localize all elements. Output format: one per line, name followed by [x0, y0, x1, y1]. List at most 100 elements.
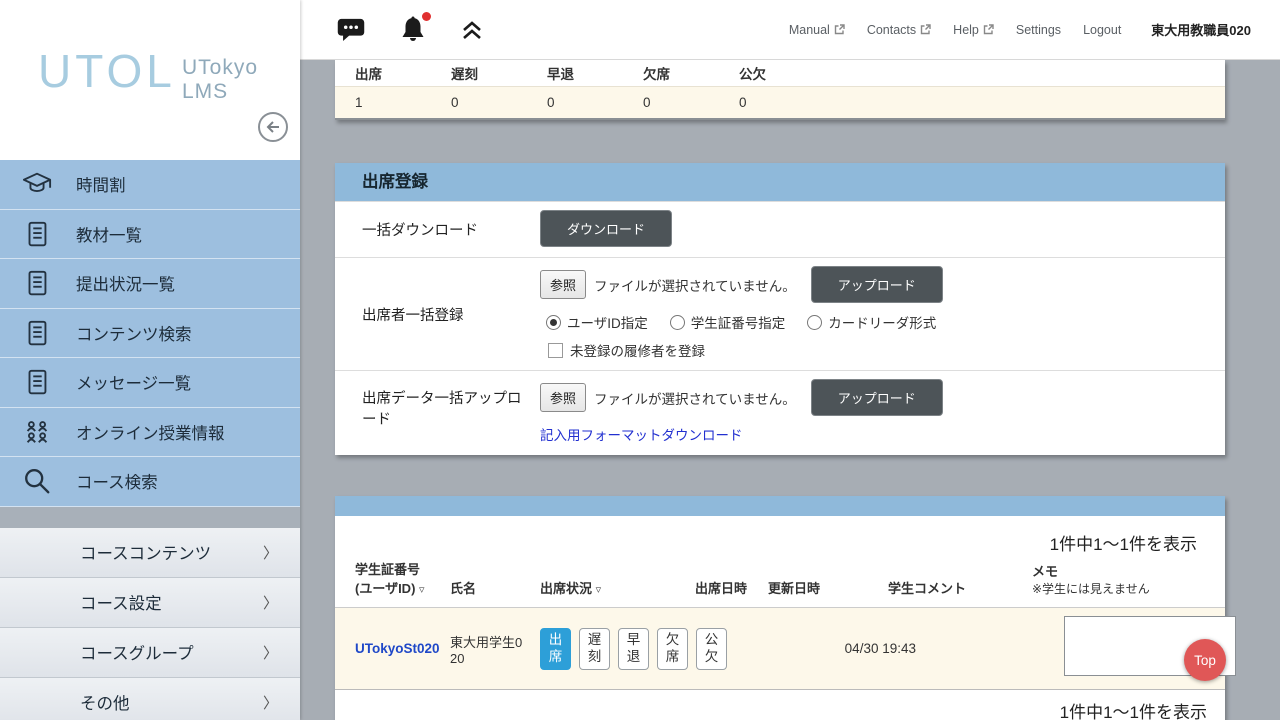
header-student-id-line2: (ユーザID) ▿ — [355, 578, 450, 597]
attendance-summary-table: 出席 遅刻 早退 欠席 公欠 1 0 0 0 0 — [335, 60, 1225, 120]
browse-file-button[interactable]: 参照 — [540, 383, 586, 412]
sidebar-item-course-contents[interactable]: コースコンテンツ 〉 — [0, 528, 300, 578]
id-type-radio-group: ユーザID指定 学生証番号指定 カードリーダ形式 — [540, 312, 1205, 332]
status-button-present[interactable]: 出席 — [540, 628, 571, 670]
back-arrow-icon — [265, 120, 281, 134]
header-memo-line1: メモ — [1032, 561, 1205, 580]
logout-link[interactable]: Logout — [1083, 23, 1121, 37]
message-list-icon — [22, 367, 52, 397]
topbar: Manual Contacts Help Settings Logout 東 — [300, 0, 1280, 60]
double-chevron-up-icon — [460, 19, 484, 41]
graduation-cap-icon — [22, 169, 52, 199]
content-search-icon — [22, 318, 52, 348]
radio-student-number[interactable]: 学生証番号指定 — [670, 312, 786, 332]
student-name: 東大用学生020 — [450, 632, 540, 666]
logout-link-label: Logout — [1083, 23, 1121, 37]
summary-value-cell: 0 — [739, 95, 835, 110]
logo-subtext-line2: LMS — [182, 80, 258, 104]
section-title: 出席登録 — [335, 163, 1225, 201]
download-button[interactable]: ダウンロード — [540, 210, 672, 247]
app-window: UTOL UTokyo LMS 時間割 教材一覧 — [0, 0, 1280, 720]
attendance-register-section: 出席登録 一括ダウンロード ダウンロード 出席者一括登録 参照 ファイルが選択さ… — [335, 163, 1225, 455]
contacts-link[interactable]: Contacts — [867, 23, 931, 37]
register-unenrolled-checkbox[interactable] — [548, 343, 563, 358]
header-student-id[interactable]: 学生証番号 (ユーザID) ▿ — [335, 559, 450, 597]
checkbox-label: 未登録の履修者を登録 — [570, 340, 705, 360]
sort-icon[interactable]: ▿ — [596, 584, 602, 596]
update-time-cell: 04/30 19:43 — [800, 641, 920, 656]
student-attendance-section: 1件中1〜1件を表示 学生証番号 (ユーザID) ▿ 氏名 出席状況 ▿ 出席日… — [335, 496, 1225, 720]
student-id-link[interactable]: UTokyoSt020 — [355, 641, 440, 656]
sidebar-item-others[interactable]: その他 〉 — [0, 678, 300, 720]
status-button-late[interactable]: 遅刻 — [579, 628, 610, 670]
sidebar-item-submissions[interactable]: 提出状況一覧 — [0, 259, 300, 309]
sidebar-item-messages[interactable]: メッセージ一覧 — [0, 358, 300, 408]
sidebar-item-online-class[interactable]: オンライン授業情報 — [0, 408, 300, 458]
sidebar-item-course-settings[interactable]: コース設定 〉 — [0, 578, 300, 628]
bulk-upload-label: 出席データ一括アップロード — [335, 371, 540, 455]
upload-button[interactable]: アップロード — [811, 379, 943, 416]
student-table-header-row: 学生証番号 (ユーザID) ▿ 氏名 出席状況 ▿ 出席日時 更新日時 学生コメ… — [335, 555, 1225, 607]
summary-header-cell: 早退 — [547, 63, 643, 83]
header-memo: メモ ※学生には見えません — [1032, 561, 1225, 597]
radio-label: カードリーダ形式 — [828, 312, 936, 332]
sidebar-item-course-search[interactable]: コース検索 — [0, 457, 300, 507]
browse-file-button[interactable]: 参照 — [540, 270, 586, 299]
sidebar-item-label: 時間割 — [76, 172, 126, 196]
notifications-button[interactable] — [398, 15, 428, 45]
collapse-sidebar-button[interactable] — [258, 112, 288, 142]
summary-value-cell: 1 — [335, 95, 451, 110]
subnav-label: その他 — [80, 690, 130, 714]
summary-value-cell: 0 — [451, 95, 547, 110]
bulk-register-label: 出席者一括登録 — [335, 258, 540, 370]
summary-value-cell: 0 — [547, 95, 643, 110]
sidebar-item-timetable[interactable]: 時間割 — [0, 160, 300, 210]
radio-card-reader[interactable]: カードリーダ形式 — [807, 312, 936, 332]
messages-button[interactable] — [336, 16, 366, 43]
external-link-icon — [983, 24, 994, 35]
upload-button[interactable]: アップロード — [811, 266, 943, 303]
settings-link[interactable]: Settings — [1016, 23, 1061, 37]
collapse-all-button[interactable] — [460, 19, 484, 41]
result-count-top: 1件中1〜1件を表示 — [335, 516, 1225, 555]
status-button-absent[interactable]: 欠席 — [657, 628, 688, 670]
summary-header-row: 出席 遅刻 早退 欠席 公欠 — [335, 60, 1225, 86]
contacts-link-label: Contacts — [867, 23, 916, 37]
sidebar-item-content-search[interactable]: コンテンツ検索 — [0, 309, 300, 359]
student-table-row: UTokyoSt020 東大用学生020 出席 遅刻 早退 欠席 公欠 04/3… — [335, 607, 1225, 690]
bulk-upload-row: 出席データ一括アップロード 参照 ファイルが選択されていません。 アップロード … — [335, 370, 1225, 455]
course-search-icon — [22, 466, 52, 496]
scroll-to-top-button[interactable]: Top — [1184, 639, 1226, 681]
manual-link[interactable]: Manual — [789, 23, 845, 37]
online-class-icon — [22, 417, 52, 447]
help-link[interactable]: Help — [953, 23, 994, 37]
subnav-label: コースコンテンツ — [80, 540, 211, 564]
radio-unselected-icon — [670, 315, 685, 330]
sidebar-divider — [0, 507, 300, 528]
result-count-bottom: 1件中1〜1件を表示 — [335, 690, 1225, 720]
header-update-time: 更新日時 — [768, 578, 888, 597]
header-student-id-line1: 学生証番号 — [355, 559, 450, 578]
notification-badge-dot — [422, 12, 431, 21]
status-button-excused[interactable]: 公欠 — [696, 628, 727, 670]
radio-label: 学生証番号指定 — [691, 312, 786, 332]
sidebar-item-label: メッセージ一覧 — [76, 370, 191, 394]
sort-icon[interactable]: ▿ — [419, 584, 425, 596]
status-button-early-leave[interactable]: 早退 — [618, 628, 649, 670]
header-status[interactable]: 出席状況 ▿ — [540, 578, 695, 597]
submissions-list-icon — [22, 268, 52, 298]
chat-icon — [336, 16, 366, 43]
summary-header-cell: 欠席 — [643, 63, 739, 83]
chevron-right-icon: 〉 — [263, 592, 278, 613]
sidebar-item-course-group[interactable]: コースグループ 〉 — [0, 628, 300, 678]
main-area: Manual Contacts Help Settings Logout 東 — [300, 0, 1280, 720]
bulk-download-row: 一括ダウンロード ダウンロード — [335, 201, 1225, 257]
register-unenrolled-option: 未登録の履修者を登録 — [540, 340, 1205, 360]
logo-text: UTOL — [38, 44, 176, 98]
radio-user-id[interactable]: ユーザID指定 — [546, 312, 648, 332]
chevron-right-icon: 〉 — [263, 542, 278, 563]
sidebar-item-materials[interactable]: 教材一覧 — [0, 210, 300, 260]
header-name: 氏名 — [450, 578, 540, 597]
format-download-link[interactable]: 記入用フォーマットダウンロード — [540, 424, 743, 444]
topbar-links: Manual Contacts Help Settings Logout 東 — [789, 20, 1251, 39]
